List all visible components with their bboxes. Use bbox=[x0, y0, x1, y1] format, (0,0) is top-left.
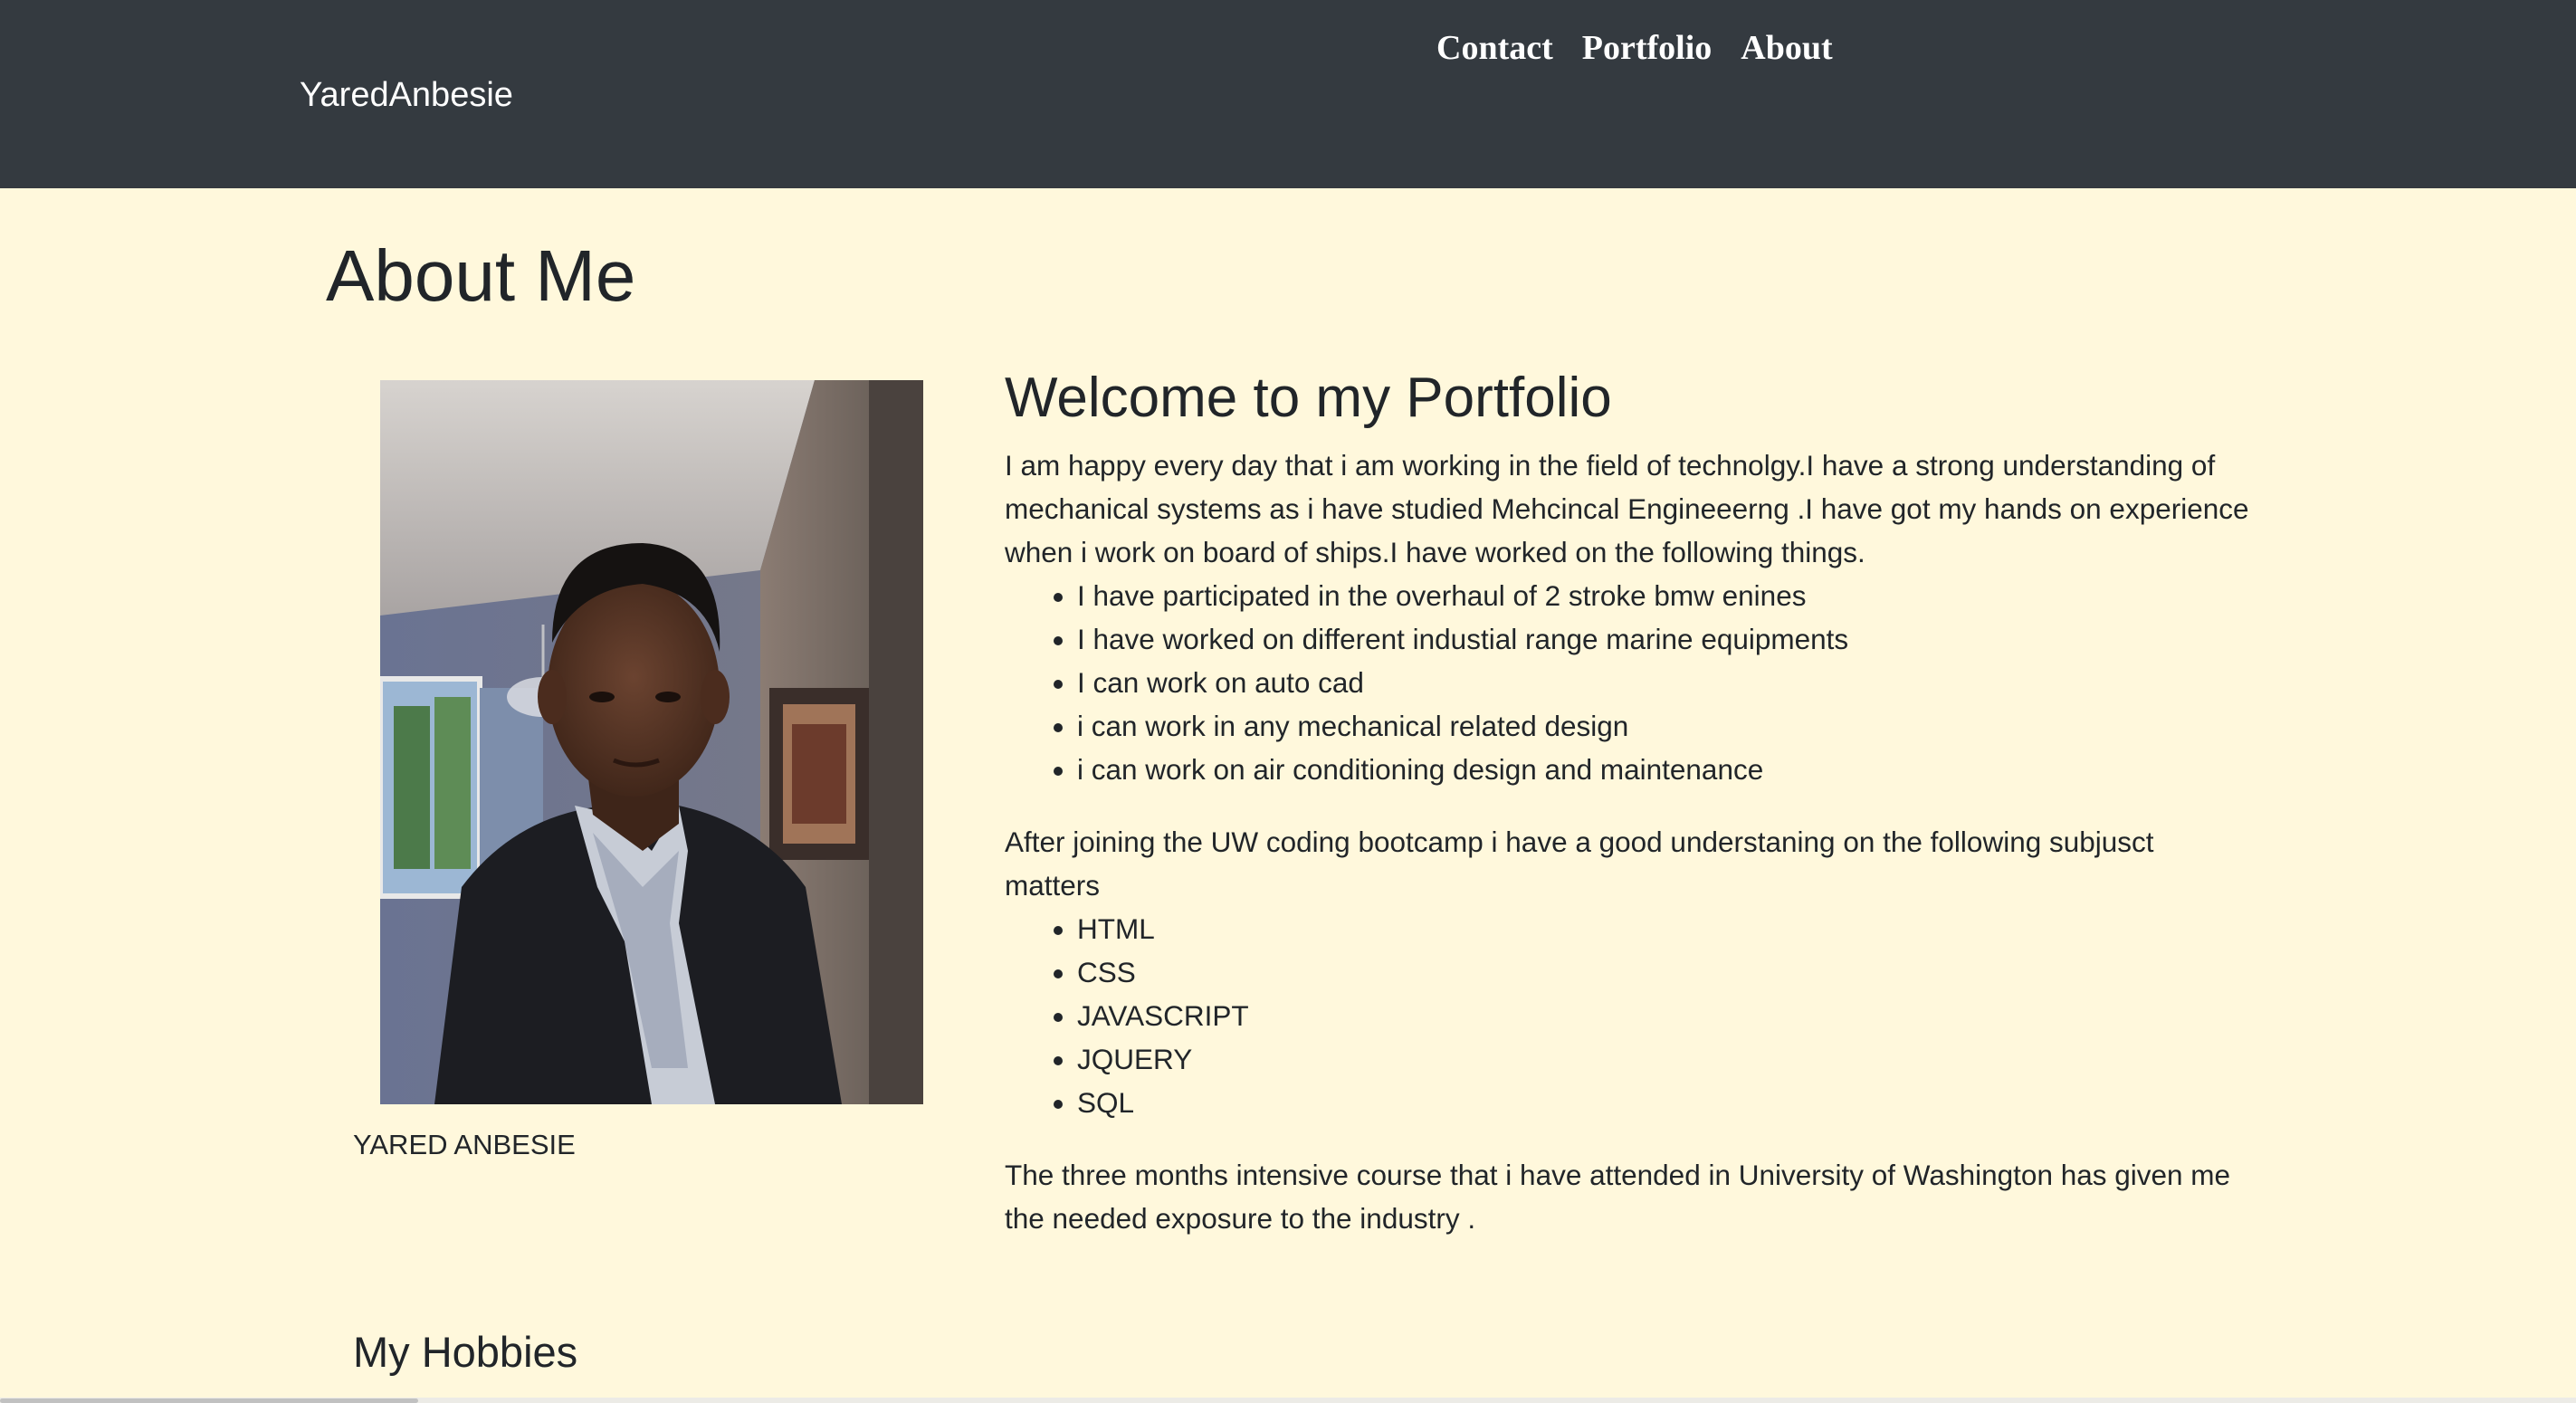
intro-paragraph: I am happy every day that i am working i… bbox=[1005, 449, 2249, 568]
page-title: About Me bbox=[326, 235, 636, 316]
list-item: i can work in any mechanical related des… bbox=[1077, 704, 2254, 748]
profile-caption: YARED ANBESIE bbox=[353, 1129, 576, 1160]
scrollbar-thumb[interactable] bbox=[0, 1398, 418, 1403]
hobbies-heading: My Hobbies bbox=[353, 1328, 578, 1376]
navbar: YaredAnbesie Contact Portfolio About bbox=[0, 0, 2576, 188]
list-item: JQUERY bbox=[1077, 1037, 2254, 1081]
profile-photo bbox=[380, 380, 923, 1104]
list-item: i can work on air conditioning design an… bbox=[1077, 748, 2254, 791]
list-item: I can work on auto cad bbox=[1077, 661, 2254, 704]
experience-list: I have participated in the overhaul of 2… bbox=[1005, 574, 2254, 791]
skills-list: HTML CSS JAVASCRIPT JQUERY SQL bbox=[1005, 907, 2254, 1124]
list-item: I have worked on different industial ran… bbox=[1077, 617, 2254, 661]
list-item: JAVASCRIPT bbox=[1077, 994, 2254, 1037]
list-item: HTML bbox=[1077, 907, 2254, 950]
nav-link-portfolio[interactable]: Portfolio bbox=[1582, 25, 1713, 71]
brand-name[interactable]: YaredAnbesie bbox=[300, 72, 513, 118]
welcome-heading: Welcome to my Portfolio bbox=[1005, 367, 1612, 429]
nav-link-contact[interactable]: Contact bbox=[1436, 25, 1553, 71]
bootcamp-paragraph: After joining the UW coding bootcamp i h… bbox=[1005, 826, 2154, 902]
list-item: SQL bbox=[1077, 1081, 2254, 1124]
nav-link-about[interactable]: About bbox=[1741, 25, 1832, 71]
closing-paragraph: The three months intensive course that i… bbox=[1005, 1159, 2231, 1235]
list-item: I have participated in the overhaul of 2… bbox=[1077, 574, 2254, 617]
about-content: Welcome to my Portfolio I am happy every… bbox=[1005, 360, 2254, 1240]
list-item: CSS bbox=[1077, 950, 2254, 994]
nav-links: Contact Portfolio About bbox=[1436, 25, 1833, 71]
